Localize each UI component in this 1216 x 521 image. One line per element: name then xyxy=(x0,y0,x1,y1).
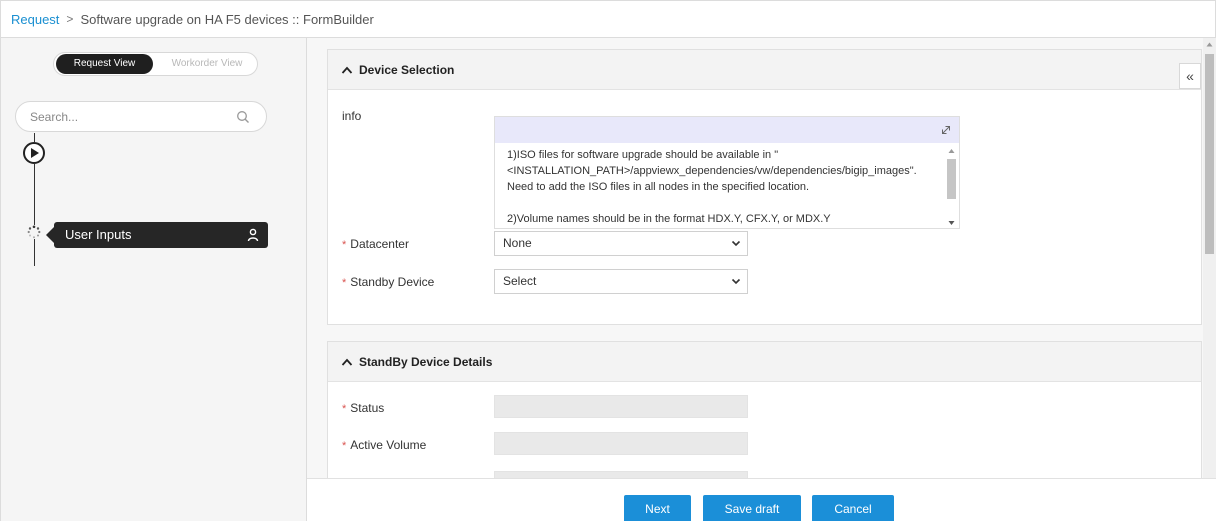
standby-device-label-text: Standby Device xyxy=(350,275,435,289)
device-selection-panel: Device Selection info 1)ISO files for so… xyxy=(327,49,1202,325)
timeline-line-middle xyxy=(34,164,35,225)
active-volume-field xyxy=(494,432,748,455)
workflow-step-label: User Inputs xyxy=(65,227,132,242)
active-volume-label-text: Active Volume xyxy=(350,438,427,452)
datacenter-label-text: Datacenter xyxy=(350,237,409,251)
standby-details-panel: StandBy Device Details * Status * Active V… xyxy=(327,341,1202,478)
request-view-button[interactable]: Request View xyxy=(56,54,153,74)
timeline-line-top xyxy=(34,133,35,142)
timeline-line-bottom xyxy=(34,239,35,266)
datacenter-label: * Datacenter xyxy=(342,237,409,251)
info-paragraph: 1)ISO files for software upgrade should … xyxy=(507,149,917,193)
sidebar: Request View Workorder View User Inputs xyxy=(0,38,307,521)
save-draft-button[interactable]: Save draft xyxy=(703,495,801,521)
next-button[interactable]: Next xyxy=(624,495,691,521)
info-scrollbar[interactable] xyxy=(946,147,957,227)
info-scroll-thumb[interactable] xyxy=(947,159,956,199)
caret-up-icon xyxy=(341,358,353,366)
workflow-step-user-inputs[interactable]: User Inputs xyxy=(46,222,268,248)
info-box: 1)ISO files for software upgrade should … xyxy=(494,116,960,229)
search-input[interactable] xyxy=(30,108,220,125)
chevron-down-icon xyxy=(731,240,741,247)
double-chevron-left-icon[interactable]: « xyxy=(1179,63,1201,89)
expand-icon[interactable] xyxy=(941,125,951,135)
main-scrollbar[interactable] xyxy=(1203,38,1216,478)
standby-details-header[interactable]: StandBy Device Details xyxy=(328,342,1201,382)
device-selection-title: Device Selection xyxy=(359,62,455,77)
breadcrumb-request-link[interactable]: Request xyxy=(11,12,59,27)
active-volume-label: * Active Volume xyxy=(342,438,426,452)
required-marker: * xyxy=(342,440,347,452)
status-label: * Status xyxy=(342,401,384,415)
device-selection-header[interactable]: Device Selection xyxy=(328,50,1201,90)
status-field xyxy=(494,395,748,418)
spinner-icon xyxy=(27,225,41,239)
required-marker: * xyxy=(342,403,347,415)
search-box xyxy=(15,101,267,132)
info-paragraph: 2)Volume names should be in the format H… xyxy=(507,213,831,225)
next-readonly-field xyxy=(494,471,748,478)
breadcrumb-current: Software upgrade on HA F5 devices :: For… xyxy=(80,11,374,27)
play-icon[interactable] xyxy=(23,142,45,164)
required-marker: * xyxy=(342,239,347,251)
status-label-text: Status xyxy=(350,401,385,415)
required-marker: * xyxy=(342,277,347,289)
scroll-down-icon[interactable] xyxy=(948,220,955,226)
search-icon[interactable] xyxy=(236,110,250,124)
cancel-button[interactable]: Cancel xyxy=(812,495,894,521)
person-icon xyxy=(247,228,259,242)
caret-up-icon xyxy=(341,66,353,74)
info-text: 1)ISO files for software upgrade should … xyxy=(507,147,943,243)
breadcrumb: Request > Software upgrade on HA F5 devi… xyxy=(0,0,1216,38)
datacenter-select[interactable]: None xyxy=(494,231,748,256)
standby-device-label: * Standby Device xyxy=(342,275,434,289)
footer: Next Save draft Cancel xyxy=(307,478,1216,521)
datacenter-value: None xyxy=(503,236,532,250)
main-scroll-thumb[interactable] xyxy=(1205,54,1214,254)
main-content: Device Selection info 1)ISO files for so… xyxy=(307,38,1216,478)
chevron-down-icon xyxy=(731,278,741,285)
scroll-up-icon[interactable] xyxy=(948,148,955,154)
standby-device-value: Select xyxy=(503,274,537,288)
view-toggle: Request View Workorder View xyxy=(53,52,258,76)
info-header xyxy=(495,117,959,143)
info-label: info xyxy=(342,109,362,123)
standby-device-select[interactable]: Select xyxy=(494,269,748,294)
workorder-view-button[interactable]: Workorder View xyxy=(160,54,254,74)
breadcrumb-separator: > xyxy=(66,12,74,26)
scroll-up-icon[interactable] xyxy=(1206,42,1213,47)
standby-details-title: StandBy Device Details xyxy=(359,354,493,369)
